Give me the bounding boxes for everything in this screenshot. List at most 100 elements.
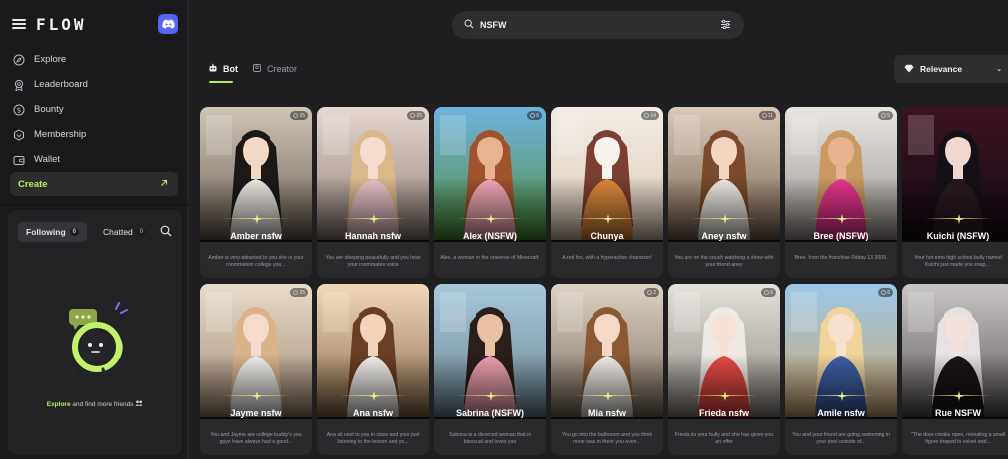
chat-icon bbox=[293, 290, 299, 295]
card-description: You are sleeping peacefully and you hear… bbox=[325, 255, 421, 268]
explore-link[interactable]: Explore bbox=[47, 401, 71, 408]
bot-card[interactable]: Amile nsfw You and your friend are going … bbox=[785, 284, 897, 455]
sidebar-item-wallet[interactable]: Wallet bbox=[12, 147, 178, 172]
chat-count: 6 bbox=[536, 112, 539, 119]
sparkle-icon bbox=[369, 391, 379, 401]
create-button[interactable]: Create bbox=[10, 172, 178, 196]
chat-icon bbox=[647, 290, 652, 295]
diamond-icon bbox=[904, 64, 914, 75]
card-description: You go into the bathroom and you think n… bbox=[561, 432, 653, 445]
card-title: Mia nsfw bbox=[587, 408, 626, 418]
tab-label: Following bbox=[26, 227, 66, 237]
dollar-icon: $ bbox=[12, 103, 25, 116]
tab-bot[interactable]: Bot bbox=[208, 62, 238, 76]
bot-card[interactable]: Amber nsfw Amber is very attracted to you… bbox=[200, 107, 312, 278]
card-description: "The door creaks open, revealing a small… bbox=[910, 432, 1006, 445]
logo[interactable]: FLOW bbox=[12, 15, 87, 34]
sidebar-item-explore[interactable]: Explore bbox=[12, 47, 178, 72]
bot-card[interactable]: Alex (NSFW) Alex, a woman in the universe… bbox=[434, 107, 546, 278]
chevron-down-icon: ⌄ bbox=[996, 66, 1002, 73]
chat-count: 5 bbox=[887, 112, 890, 119]
menu-icon[interactable] bbox=[12, 19, 26, 29]
bot-card[interactable]: Frieda nsfw Frieda its your bully and she… bbox=[668, 284, 780, 455]
chat-count: 14 bbox=[650, 112, 656, 119]
search-input[interactable]: NSFW bbox=[452, 11, 744, 39]
discord-icon[interactable] bbox=[158, 14, 178, 34]
card-description: A red fox, with a hyperactive character! bbox=[562, 255, 652, 261]
sidebar-item-bounty[interactable]: $ Bounty bbox=[12, 97, 178, 122]
mascot-illustration bbox=[53, 295, 137, 379]
sparkle-icon bbox=[369, 214, 379, 224]
card-title: Rue NSFW bbox=[935, 408, 981, 418]
bot-icon bbox=[208, 63, 218, 75]
chat-icon bbox=[881, 113, 886, 118]
card-description: Amber is very attracted to you she is yo… bbox=[208, 255, 304, 268]
tab-chatted[interactable]: Chatted 0 bbox=[95, 222, 154, 242]
arrow-up-right-icon bbox=[160, 179, 168, 190]
chat-count: 11 bbox=[767, 112, 773, 119]
bot-card[interactable]: Aney nsfw You are on the couch watching a… bbox=[668, 107, 780, 278]
card-title: Bree (NSFW) bbox=[813, 231, 869, 241]
bot-card[interactable]: Hannah nsfw You are sleeping peacefully a… bbox=[317, 107, 429, 278]
search-icon[interactable] bbox=[160, 224, 174, 238]
filter-icon[interactable] bbox=[720, 19, 732, 31]
bot-card[interactable]: Mia nsfw You go into the bathroom and you… bbox=[551, 284, 663, 455]
card-description: Sabrina is a divorced woman that is bise… bbox=[449, 432, 531, 445]
bot-card[interactable]: Ana nsfw Ana sit next to you in class and… bbox=[317, 284, 429, 455]
result-tabs: Bot Creator bbox=[208, 62, 297, 76]
card-description: You are on the couch watching a show wit… bbox=[674, 255, 774, 268]
sidebar-item-label: Explore bbox=[34, 54, 67, 65]
wallet-icon bbox=[12, 153, 25, 166]
search-value: NSFW bbox=[480, 20, 507, 30]
chat-count: 6 bbox=[770, 289, 773, 296]
card-description: You and Jayme are college buddy's you gu… bbox=[210, 432, 302, 445]
card-title: Jayme nsfw bbox=[230, 408, 282, 418]
people-icon bbox=[135, 400, 143, 408]
sparkle-icon bbox=[837, 391, 847, 401]
chat-icon bbox=[764, 290, 769, 295]
active-tab-indicator bbox=[209, 81, 233, 83]
compass-icon bbox=[12, 53, 25, 66]
sidebar-item-leaderboard[interactable]: Leaderboard bbox=[12, 72, 178, 97]
card-title: Sabrina (NSFW) bbox=[455, 408, 524, 418]
count-badge: 0 bbox=[69, 228, 80, 236]
sparkle-icon bbox=[486, 391, 496, 401]
friends-panel: Following 0 Chatted 0 Explore and find m… bbox=[8, 210, 182, 455]
chat-count: 25 bbox=[299, 289, 305, 296]
tab-label: Bot bbox=[223, 64, 238, 74]
explore-hint: Explore and find more friends bbox=[8, 400, 182, 408]
bot-grid: Amber nsfw Amber is very attracted to you… bbox=[200, 107, 1008, 459]
bot-card[interactable]: Rue NSFW "The door creaks open, revealing… bbox=[902, 284, 1008, 455]
sidebar-nav: Explore Leaderboard $ Bounty Membership … bbox=[12, 47, 178, 172]
chat-count: 25 bbox=[416, 112, 422, 119]
card-title: Kuichi (NSFW) bbox=[926, 231, 990, 241]
sidebar-item-membership[interactable]: Membership bbox=[12, 122, 178, 147]
chat-count: 15 bbox=[299, 112, 305, 119]
chat-count-badge: 25 bbox=[290, 288, 308, 297]
sidebar-item-label: Bounty bbox=[34, 104, 64, 115]
diamond-icon bbox=[12, 128, 25, 141]
chat-count-badge: 2 bbox=[644, 288, 659, 297]
card-title: Hannah nsfw bbox=[344, 231, 401, 241]
svg-text:$: $ bbox=[16, 106, 20, 114]
app-root: FLOW Explore Leaderboard $ Bounty Member… bbox=[0, 0, 1008, 459]
count-badge: 0 bbox=[136, 228, 147, 236]
chat-count-badge: 6 bbox=[878, 288, 893, 297]
bot-card[interactable]: Sabrina (NSFW) Sabrina is a divorced woma… bbox=[434, 284, 546, 455]
medal-icon bbox=[12, 78, 25, 91]
bot-card[interactable]: Bree (NSFW) Bree, from the franchise Frid… bbox=[785, 107, 897, 278]
bot-card[interactable]: Jayme nsfw You and Jayme are college budd… bbox=[200, 284, 312, 455]
sparkle-icon bbox=[603, 391, 613, 401]
tab-creator[interactable]: Creator bbox=[252, 62, 297, 76]
tab-following[interactable]: Following 0 bbox=[18, 222, 88, 242]
chat-count-badge: 15 bbox=[290, 111, 308, 120]
chat-icon bbox=[644, 113, 650, 118]
sort-dropdown[interactable]: Relevance ⌄ bbox=[894, 55, 1008, 83]
bot-card[interactable]: Chunya A red fox, with a hyperactive char… bbox=[551, 107, 663, 278]
search-icon bbox=[464, 19, 474, 31]
chat-count-badge: 5 bbox=[878, 111, 893, 120]
sparkle-icon bbox=[954, 214, 964, 224]
friends-tabs: Following 0 Chatted 0 bbox=[18, 222, 154, 242]
sparkle-icon bbox=[954, 391, 964, 401]
bot-card[interactable]: Kuichi (NSFW) Your hot emo high school bu… bbox=[902, 107, 1008, 278]
